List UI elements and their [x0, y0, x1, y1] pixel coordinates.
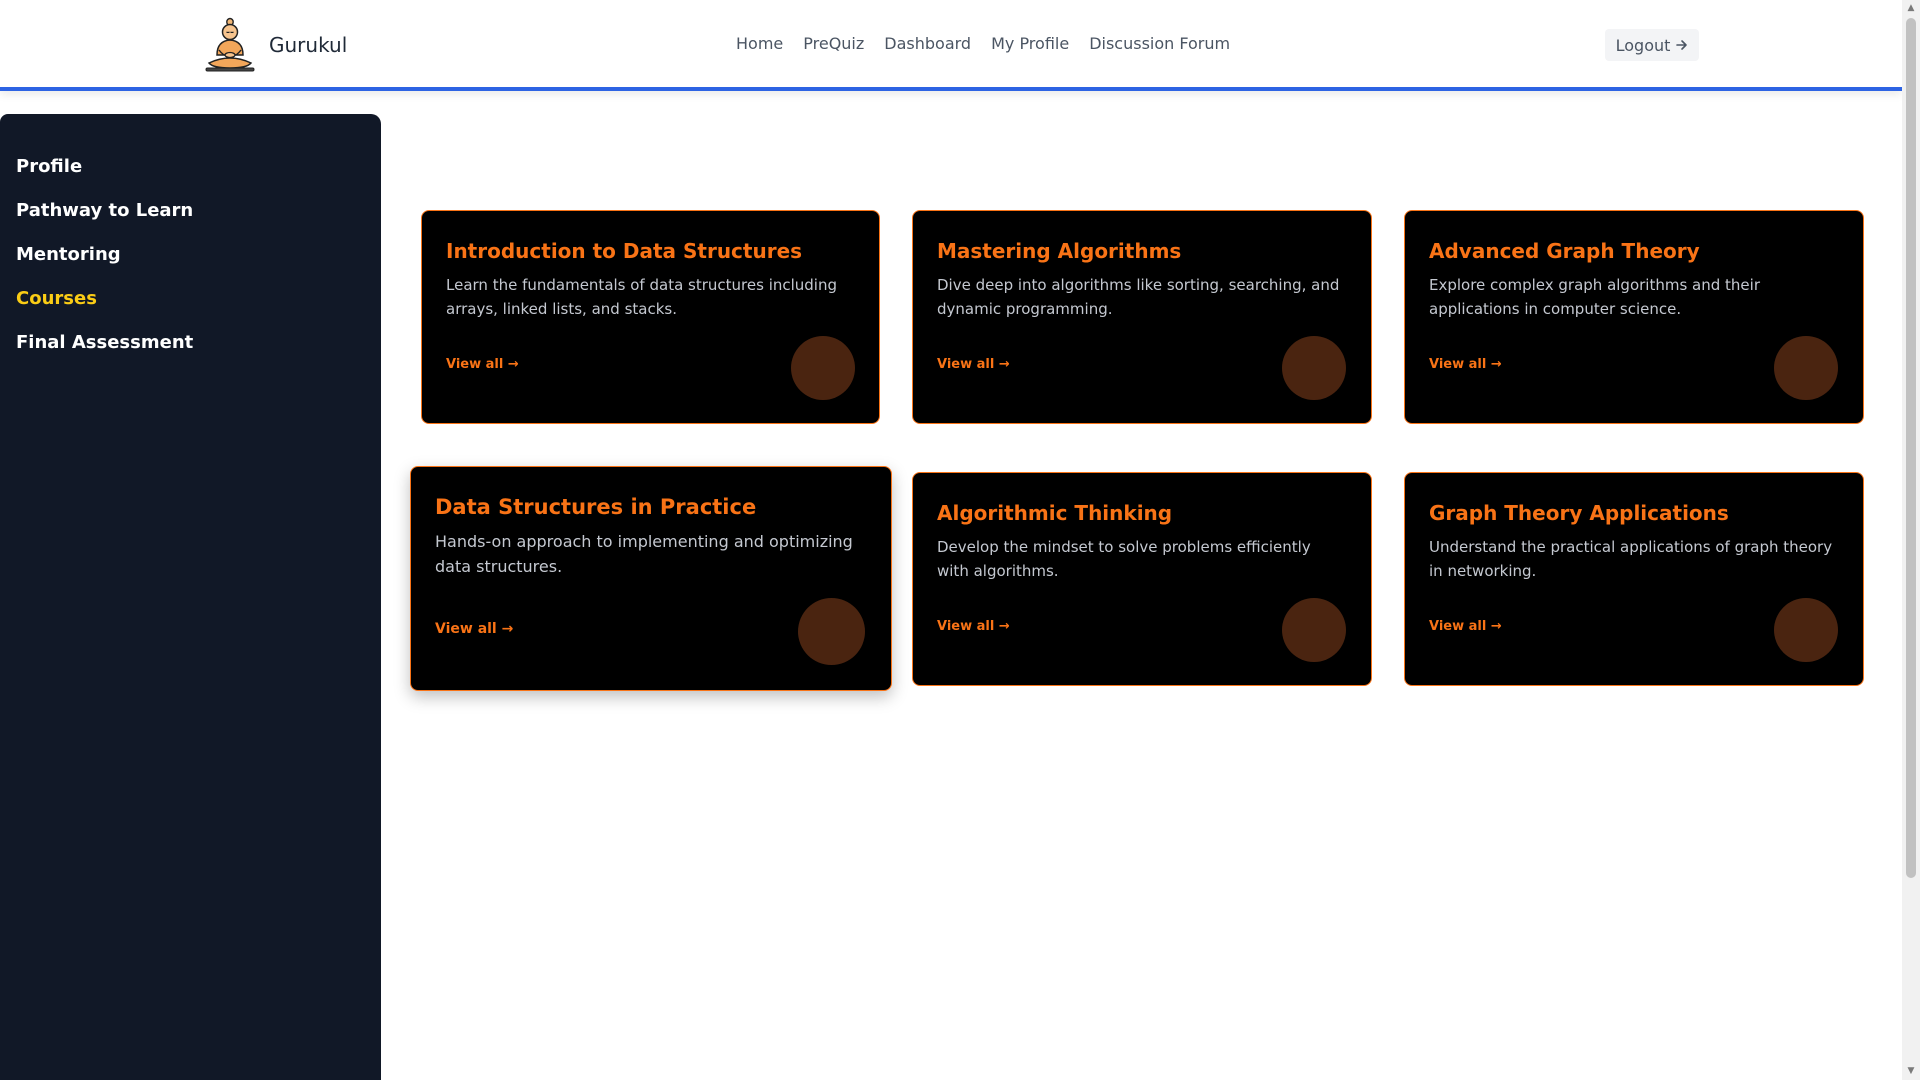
- meditating-monk-logo-icon: [205, 17, 255, 72]
- course-title: Mastering Algorithms: [937, 239, 1182, 263]
- course-title: Data Structures in Practice: [435, 495, 757, 519]
- course-description: Develop the mindset to solve problems ef…: [937, 538, 1311, 580]
- course-title: Graph Theory Applications: [1429, 501, 1729, 525]
- page-scrollbar[interactable]: ▲ ▼: [1902, 0, 1920, 1080]
- course-card[interactable]: Advanced Graph Theory Explore complex gr…: [1404, 210, 1864, 424]
- arrow-right-icon: [1676, 40, 1688, 50]
- course-description: Learn the fundamentals of data structure…: [446, 276, 838, 318]
- view-all-link[interactable]: View all →: [937, 619, 1010, 634]
- course-title: Advanced Graph Theory: [1429, 239, 1700, 263]
- decorative-circle: [1282, 598, 1346, 662]
- sidebar-item-pathway-to-learn[interactable]: Pathway to Learn: [0, 183, 381, 227]
- logout-button[interactable]: Logout: [1605, 29, 1699, 61]
- view-all-link[interactable]: View all →: [435, 621, 513, 637]
- course-title: Introduction to Data Structures: [446, 239, 803, 263]
- view-all-link[interactable]: View all →: [937, 357, 1010, 372]
- course-title: Algorithmic Thinking: [937, 501, 1173, 525]
- top-navbar: Gurukul Home PreQuiz Dashboard My Profil…: [0, 0, 1902, 91]
- course-card[interactable]: Mastering Algorithms Dive deep into algo…: [912, 210, 1372, 424]
- view-all-link[interactable]: View all →: [446, 357, 519, 372]
- scroll-down-arrow-icon[interactable]: ▼: [1906, 1066, 1916, 1076]
- brand[interactable]: Gurukul: [203, 17, 347, 73]
- logout-label: Logout: [1615, 35, 1671, 55]
- sidebar-item-final-assessment[interactable]: Final Assessment: [0, 315, 381, 359]
- course-card[interactable]: Introduction to Data Structures Learn th…: [421, 210, 880, 424]
- sidebar-item-courses[interactable]: Courses: [0, 271, 381, 315]
- decorative-circle: [1774, 336, 1838, 400]
- course-description: Understand the practical applications of…: [1429, 538, 1833, 580]
- course-card[interactable]: Graph Theory Applications Understand the…: [1404, 472, 1864, 686]
- nav-my-profile[interactable]: My Profile: [991, 34, 1069, 53]
- nav-dashboard[interactable]: Dashboard: [884, 34, 971, 53]
- decorative-circle: [798, 598, 865, 665]
- scroll-thumb[interactable]: [1906, 18, 1916, 878]
- view-all-link[interactable]: View all →: [1429, 619, 1502, 634]
- scroll-up-arrow-icon[interactable]: ▲: [1906, 3, 1916, 13]
- sidebar-item-mentoring[interactable]: Mentoring: [0, 227, 381, 271]
- course-card[interactable]: Data Structures in Practice Hands-on app…: [410, 466, 892, 691]
- nav-prequiz[interactable]: PreQuiz: [803, 34, 864, 53]
- main-nav: Home PreQuiz Dashboard My Profile Discus…: [736, 34, 1230, 53]
- decorative-circle: [791, 336, 855, 400]
- brand-name: Gurukul: [269, 33, 348, 57]
- course-description: Hands-on approach to implementing and op…: [435, 532, 853, 576]
- nav-discussion-forum[interactable]: Discussion Forum: [1089, 34, 1230, 53]
- decorative-circle: [1774, 598, 1838, 662]
- course-description: Dive deep into algorithms like sorting, …: [937, 276, 1340, 318]
- course-description: Explore complex graph algorithms and the…: [1429, 276, 1760, 318]
- sidebar-item-profile[interactable]: Profile: [0, 139, 381, 183]
- course-card[interactable]: Algorithmic Thinking Develop the mindset…: [912, 472, 1372, 686]
- nav-home[interactable]: Home: [736, 34, 783, 53]
- sidebar: Profile Pathway to Learn Mentoring Cours…: [0, 114, 381, 1080]
- decorative-circle: [1282, 336, 1346, 400]
- view-all-link[interactable]: View all →: [1429, 357, 1502, 372]
